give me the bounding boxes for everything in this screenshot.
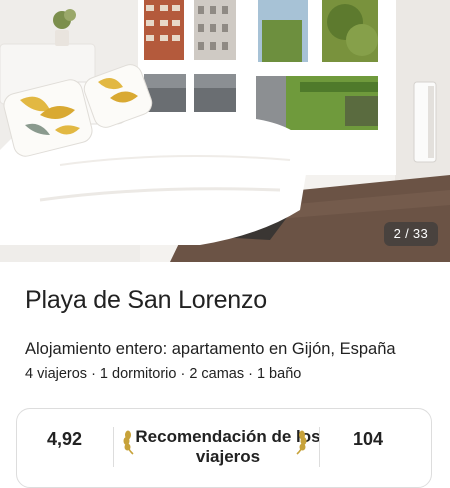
listing-title: Playa de San Lorenzo (25, 286, 268, 314)
stat-guests: 4 viajeros (25, 366, 88, 382)
stat-separator: · (91, 366, 96, 382)
card-divider (113, 427, 114, 467)
listing-stats: 4 viajeros · 1 dormitorio · 2 camas · 1 … (25, 366, 301, 382)
bedroom-photo-image (0, 0, 450, 262)
stat-separator: · (180, 366, 186, 382)
card-divider (319, 427, 320, 467)
guest-favorite-card[interactable]: 4,92 Recomendación de los viajeros 104 (16, 408, 432, 488)
listing-photo[interactable]: 2 / 33 (0, 0, 450, 262)
rating-value: 4,92 (47, 429, 83, 449)
photo-counter-badge: 2 / 33 (383, 222, 438, 246)
stat-bedrooms: 1 dormitorio (99, 366, 177, 382)
reviews-count: 104 (352, 429, 383, 449)
stat-beds: 2 camas (189, 366, 245, 382)
laurel-right-icon (296, 430, 307, 455)
stat-bathrooms: 1 baño (256, 366, 302, 382)
stat-separator: · (248, 366, 253, 382)
listing-subtitle: Alojamiento entero: apartamento en Gijón… (25, 340, 396, 358)
